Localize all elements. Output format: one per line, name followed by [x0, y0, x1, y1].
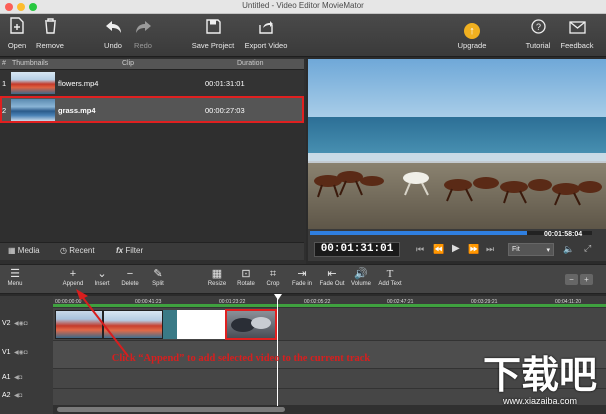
watermark-url: www.xiazaiba.com — [502, 396, 578, 406]
watermark-logo: 下载吧 www.xiazaiba.com — [478, 356, 602, 406]
annotation-caption: Click “Append” to add selected video to … — [111, 353, 371, 364]
watermark-text: 下载吧 — [482, 355, 597, 397]
